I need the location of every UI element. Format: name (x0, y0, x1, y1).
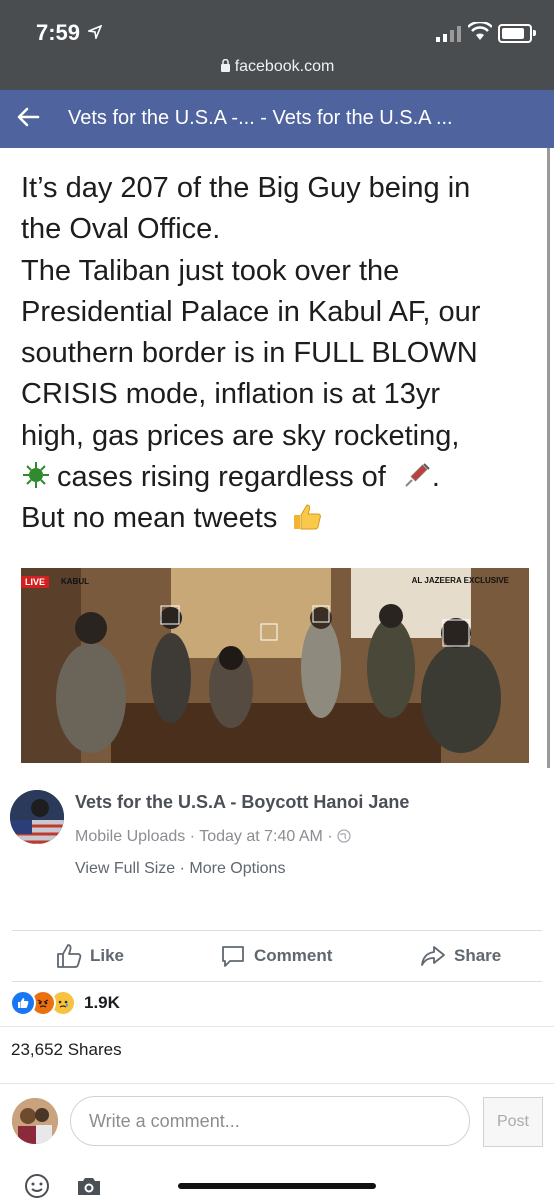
more-options-link[interactable]: More Options (189, 860, 285, 877)
page-avatar[interactable] (10, 790, 64, 844)
reaction-count: 1.9K (84, 993, 120, 1012)
like-label: Like (90, 946, 125, 965)
period: . (431, 461, 440, 494)
nav-bar: Vets for the U.S.A -... - Vets for the U… (0, 90, 554, 148)
post-line: high, gas prices are sky rocketing, (21, 419, 460, 452)
post-line: cases rising regardless of (57, 461, 386, 494)
home-indicator[interactable] (178, 1183, 376, 1189)
share-icon (421, 946, 445, 966)
like-button[interactable]: Like (56, 931, 124, 981)
comment-button[interactable]: Comment (220, 931, 332, 981)
like-icon (57, 944, 82, 968)
post-line: It’s day 207 of the Big Guy being in (21, 172, 471, 204)
post-timestamp[interactable]: Today at 7:40 AM (199, 828, 323, 845)
post-text: It’s day 207 of the Big Guy being in the… (21, 168, 541, 540)
post-comment-button[interactable]: Post (483, 1097, 543, 1147)
wifi-icon (468, 22, 492, 40)
thumbs-up-emoji-icon (294, 504, 322, 530)
comment-label: Comment (254, 946, 333, 965)
page-name[interactable]: Vets for the U.S.A - Boycott Hanoi Jane (75, 792, 409, 813)
syringe-icon (405, 463, 430, 487)
photo-scene (21, 568, 529, 763)
clock: 7:59 (36, 20, 81, 45)
cellular-signal-icon (436, 26, 461, 42)
like-reaction-icon (10, 990, 36, 1016)
divider (0, 1026, 554, 1027)
share-label: Share (454, 946, 502, 965)
location-tag: KABUL (61, 577, 89, 586)
share-button[interactable]: Share (420, 931, 501, 981)
avatar-image (10, 790, 64, 844)
action-bar: Like Comment Share (12, 930, 542, 982)
exclusive-tag: AL JAZEERA EXCLUSIVE (411, 576, 509, 585)
live-tag: LIVE (21, 576, 50, 588)
emoji-icon[interactable] (24, 1173, 50, 1199)
image-links: View Full Size · More Options (75, 860, 286, 877)
back-arrow-icon[interactable] (14, 102, 42, 132)
divider (0, 1083, 554, 1084)
comment-icon (222, 946, 244, 967)
post-line: the Oval Office. (21, 213, 221, 246)
url-bar[interactable]: facebook.com (0, 58, 554, 76)
comment-field[interactable] (70, 1096, 505, 1146)
post-line-last: But no mean tweets (21, 498, 541, 539)
post-line: southern border is in FULL BLOWN (21, 337, 478, 370)
post-line-virus: cases rising regardless of . (21, 457, 541, 498)
reactions-summary[interactable]: 1.9K (10, 990, 120, 1016)
post-line: CRISIS mode, inflation is at 13yr (21, 378, 441, 411)
battery-icon (498, 24, 532, 43)
status-bar: 7:59 facebook.com (0, 0, 554, 90)
view-full-size-link[interactable]: View Full Size (75, 860, 175, 877)
virus-icon (23, 462, 49, 489)
location-arrow-icon (88, 25, 102, 39)
camera-icon[interactable] (76, 1175, 102, 1197)
shares-count[interactable]: 23,652 Shares (11, 1040, 122, 1060)
post-image[interactable]: It’s day 207 of the Big Guy being in the… (0, 148, 554, 768)
comment-input[interactable] (71, 1097, 505, 1145)
nav-title: Vets for the U.S.A -... - Vets for the U… (68, 107, 453, 129)
news-photo: LIVE KABUL AL JAZEERA EXCLUSIVE (21, 568, 529, 763)
lock-icon (220, 58, 230, 72)
post-line: The Taliban just took over the (21, 254, 400, 287)
battery-tip (533, 30, 536, 36)
post-line: But no mean tweets (21, 502, 278, 535)
globe-icon (337, 829, 351, 843)
user-avatar-image (12, 1098, 58, 1144)
post-subtitle: Mobile Uploads · Today at 7:40 AM · (75, 828, 351, 846)
url-text: facebook.com (234, 58, 335, 75)
scrollbar[interactable] (547, 148, 550, 768)
user-avatar[interactable] (12, 1098, 58, 1144)
post-line: Presidential Palace in Kabul AF, our (21, 295, 481, 328)
album-link[interactable]: Mobile Uploads (75, 828, 185, 845)
